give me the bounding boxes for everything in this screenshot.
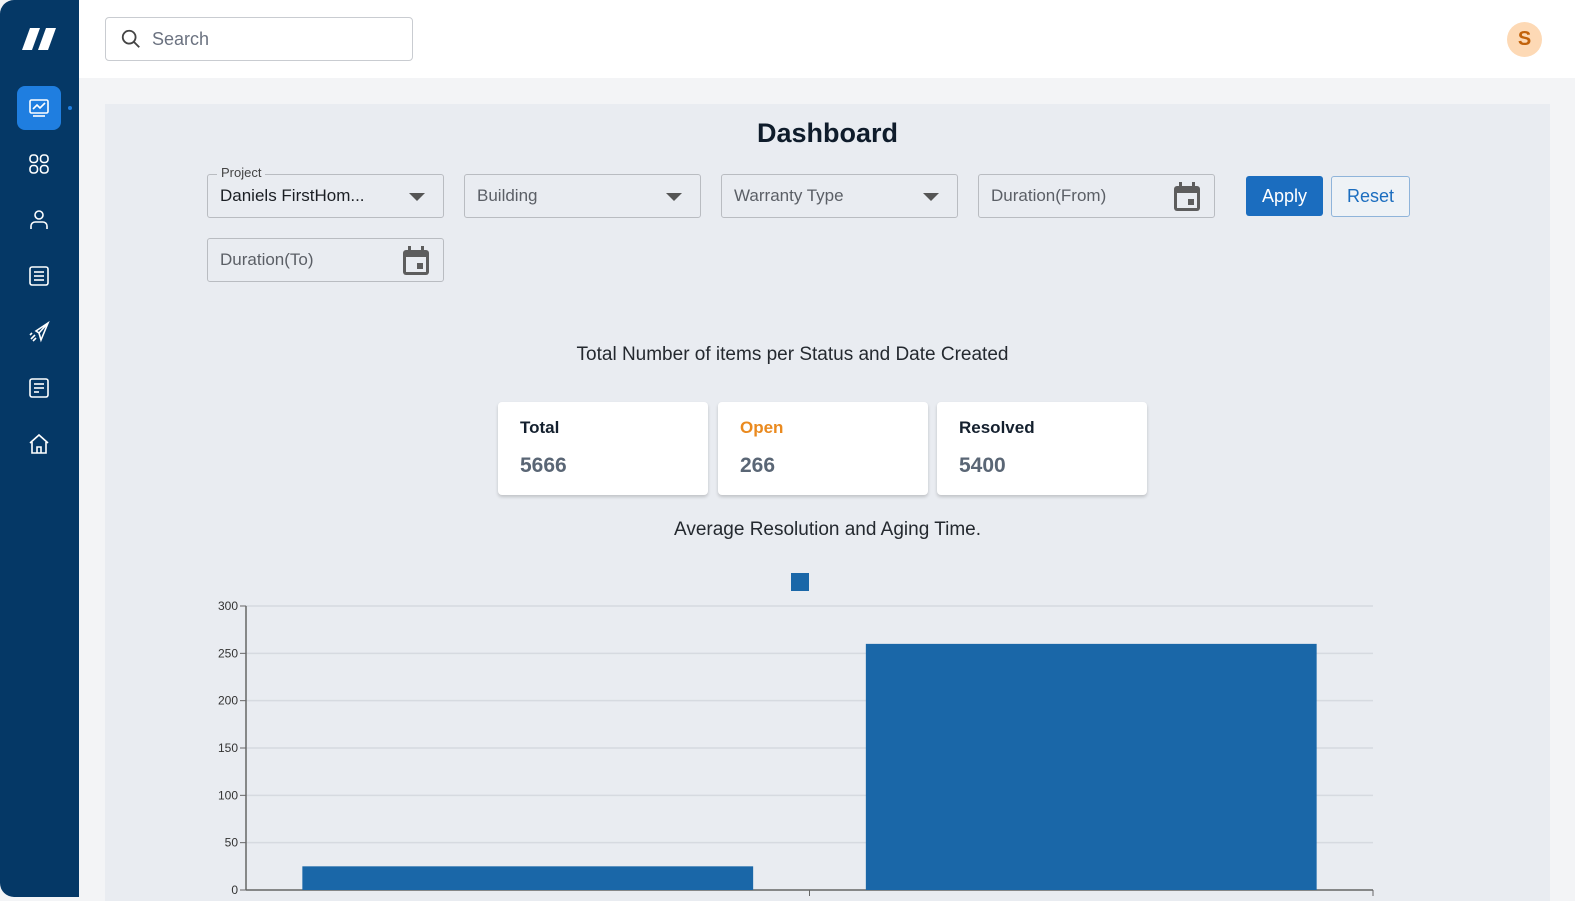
home-icon <box>29 433 49 454</box>
grid-icon <box>29 154 49 174</box>
reset-button[interactable]: Reset <box>1331 176 1410 217</box>
calendar-icon[interactable] <box>1172 181 1202 213</box>
y-tick-label: 250 <box>218 646 238 660</box>
stat-value: 5666 <box>520 454 567 477</box>
active-indicator <box>68 106 72 110</box>
sidebar-item-home[interactable] <box>17 422 61 466</box>
stat-label: Open <box>740 418 784 437</box>
search-input[interactable] <box>152 28 392 50</box>
sidebar-item-users[interactable] <box>17 198 61 242</box>
y-tick-label: 150 <box>218 741 238 755</box>
y-tick-label: 100 <box>218 788 238 802</box>
warranty-type-placeholder: Warranty Type <box>734 186 844 205</box>
building-select[interactable]: Building <box>464 174 701 218</box>
stat-label: Resolved <box>959 418 1035 437</box>
search-box[interactable] <box>105 17 413 61</box>
stat-card-open: Open 266 <box>718 402 928 495</box>
user-icon <box>30 210 48 229</box>
y-tick-label: 0 <box>231 883 238 897</box>
project-select[interactable]: Project Daniels FirstHom... <box>207 165 444 218</box>
status-section-title: Total Number of items per Status and Dat… <box>576 344 1009 365</box>
chart-title: Average Resolution and Aging Time. <box>673 519 981 540</box>
project-value: Daniels FirstHom... <box>220 186 365 205</box>
duration-to-placeholder: Duration(To) <box>220 250 314 269</box>
y-tick-label: 50 <box>225 836 239 850</box>
stat-label: Total <box>520 418 560 437</box>
bar <box>865 643 1317 890</box>
search-icon <box>121 29 140 48</box>
chevron-down-icon <box>409 193 425 201</box>
dashboard-panel: Dashboard Project Daniels FirstHom... Bu… <box>105 104 1550 901</box>
document-icon <box>29 378 49 398</box>
y-tick-label: 300 <box>218 599 238 613</box>
apply-button[interactable]: Apply <box>1246 176 1323 216</box>
y-tick-label: 200 <box>218 694 238 708</box>
stat-card-resolved: Resolved 5400 <box>937 402 1147 495</box>
project-label: Project <box>217 165 266 180</box>
bar <box>302 866 754 890</box>
legend-swatch <box>791 573 809 591</box>
sidebar-item-apps[interactable] <box>17 142 61 186</box>
app: S Dashboard Project Daniels FirstHom... … <box>0 0 1575 901</box>
bar-chart: 0 50 100 150 200 250 300 <box>218 573 1374 897</box>
sidebar-item-dashboard[interactable] <box>17 86 61 130</box>
paper-plane-icon <box>29 320 50 343</box>
stat-value: 266 <box>740 454 776 477</box>
user-avatar[interactable]: S <box>1507 22 1542 57</box>
sidebar <box>0 0 79 897</box>
sidebar-item-list[interactable] <box>17 254 61 298</box>
sidebar-item-documents[interactable] <box>17 366 61 410</box>
brand-logo-icon[interactable] <box>22 27 58 51</box>
building-placeholder: Building <box>477 186 538 205</box>
chevron-down-icon <box>923 193 939 201</box>
duration-to-field[interactable]: Duration(To) <box>207 238 444 282</box>
calendar-icon[interactable] <box>401 245 431 277</box>
sidebar-item-send[interactable] <box>17 310 61 354</box>
list-icon <box>29 266 49 286</box>
page-title: Dashboard <box>756 118 899 148</box>
warranty-type-select[interactable]: Warranty Type <box>721 174 958 218</box>
chevron-down-icon <box>666 193 682 201</box>
chart-monitor-icon <box>29 99 49 117</box>
duration-from-field[interactable]: Duration(From) <box>978 174 1215 218</box>
duration-from-placeholder: Duration(From) <box>991 186 1107 205</box>
stat-card-total: Total 5666 <box>498 402 708 495</box>
stat-value: 5400 <box>959 454 1006 477</box>
top-header: S <box>79 0 1575 78</box>
